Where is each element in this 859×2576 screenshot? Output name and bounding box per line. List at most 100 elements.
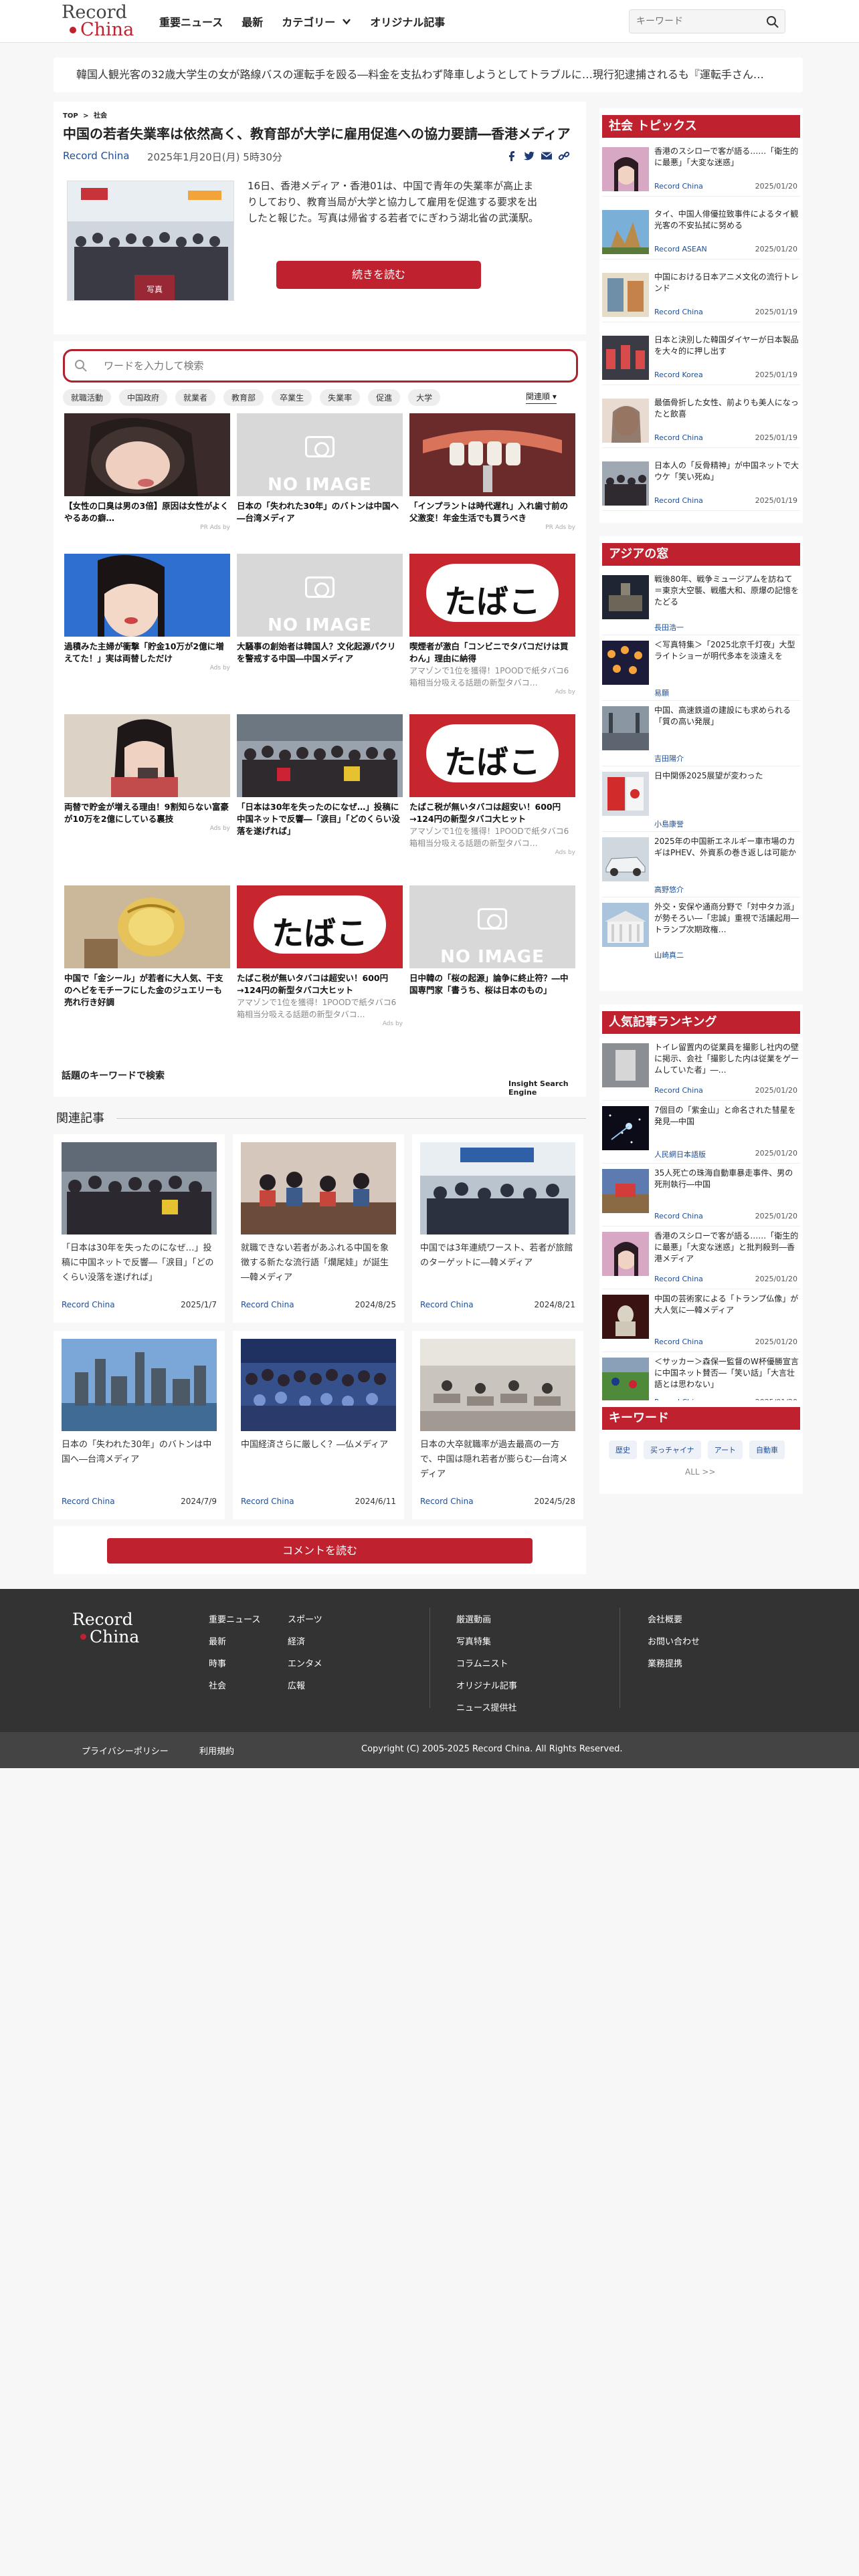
footer-link[interactable]: コラムニスト xyxy=(456,1653,517,1675)
read-comments-button[interactable]: コメントを読む xyxy=(107,1538,533,1564)
sidebar-topic-item[interactable]: 日本人の「反骨精神」が中国ネットで大ウケ「笑い死ぬ」 Record China … xyxy=(602,457,800,511)
footer-link[interactable]: 最新 xyxy=(209,1631,260,1653)
footer-link[interactable]: 社会 xyxy=(209,1675,260,1697)
grid-card[interactable]: NO IMAGE 大騒事の創始者は韓国人？文化起源パクリを警戒する中国―中国メデ… xyxy=(237,554,403,665)
tag-item[interactable]: 就業者 xyxy=(175,389,216,406)
ranking-item[interactable]: 中国の芸術家による「トランプ仏像」が大人気に―韓メディア Record Chin… xyxy=(602,1291,800,1352)
grid-card[interactable]: 中国で「金シール」が若者に大人気、干支のヘビをモチーフにした金のジュエリーも売れ… xyxy=(64,885,230,1008)
asia-author[interactable]: 吉田陽介 xyxy=(654,753,684,764)
footer-link[interactable]: 会社概要 xyxy=(648,1609,700,1631)
search-icon[interactable] xyxy=(766,15,779,29)
tag-item[interactable]: 卒業生 xyxy=(272,389,312,406)
asia-item[interactable]: 中国、高速鉄道の建設にも求められる「質の高い発展」 吉田陽介 xyxy=(602,702,800,766)
content-search-input[interactable] xyxy=(104,358,505,374)
link-icon[interactable] xyxy=(558,150,570,162)
nav-original[interactable]: オリジナル記事 xyxy=(370,13,445,29)
related-card[interactable]: 日本の「失われた30年」のバトンは中国へ―台湾メディア Record China… xyxy=(54,1331,225,1519)
related-source[interactable]: Record China xyxy=(241,1300,294,1309)
article-main-image[interactable]: 写真 xyxy=(67,181,234,301)
related-card[interactable]: 日本の大卒就職率が過去最高の一方で、中国は隠れ若者が膨らむ―台湾メディア Rec… xyxy=(412,1331,583,1519)
related-source[interactable]: Record China xyxy=(62,1300,115,1309)
grid-card[interactable]: 両替で貯金が増える理由！9割知らない富豪が10万を2億にしている裏技 Ads b… xyxy=(64,714,230,832)
footer-link[interactable]: エンタメ xyxy=(288,1653,322,1675)
ranking-item[interactable]: トイレ留置内の従業員を撮影し社内の壁に掲示、会社「撮影した内は従業をゲームしてい… xyxy=(602,1039,800,1101)
footer-link[interactable]: お問い合わせ xyxy=(648,1631,700,1653)
privacy-policy-link[interactable]: プライバシーポリシー xyxy=(82,1744,169,1757)
footer-link[interactable]: 重要ニュース xyxy=(209,1609,260,1631)
grid-card[interactable]: たばこ たばこ税が無いタバコは超安い！600円→124円の新型タバコ大ヒット ア… xyxy=(237,885,403,1027)
asia-item[interactable]: 戦後80年、戦争ミュージアムを訪ねて＝東京大空襲、戦艦大和、原爆の記憶をたどる … xyxy=(602,571,800,635)
breadcrumb-category[interactable]: 社会 xyxy=(94,112,107,120)
terms-link[interactable]: 利用規約 xyxy=(199,1744,234,1757)
keyword-tag[interactable]: 买っチャイナ xyxy=(644,1440,701,1459)
footer-link[interactable]: 業務提携 xyxy=(648,1653,700,1675)
tag-item[interactable]: 失業率 xyxy=(320,389,361,406)
footer-link[interactable]: 写真特集 xyxy=(456,1631,517,1653)
site-logo[interactable]: Record China xyxy=(62,3,136,40)
footer-link[interactable]: 厳選動画 xyxy=(456,1609,517,1631)
grid-card[interactable]: 【女性の口臭は男の3倍】原因は女性がよくやるあの癖… PR Ads by xyxy=(64,413,230,531)
grid-card[interactable]: 「日本は30年を失ったのになぜ…」投稿に中国ネットで反響―「涙目」「どのくらい没… xyxy=(237,714,403,837)
related-source[interactable]: Record China xyxy=(420,1300,474,1309)
tag-item[interactable]: 促進 xyxy=(368,389,401,406)
sidebar-topic-item[interactable]: 中国における日本アニメ文化の流行トレンド Record China 2025/0… xyxy=(602,269,800,322)
related-source[interactable]: Record China xyxy=(241,1497,294,1506)
tag-item[interactable]: 就職活動 xyxy=(63,389,112,406)
grid-card[interactable]: たばこ たばこ税が無いタバコは超安い！600円→124円の新型タバコ大ヒット ア… xyxy=(409,714,575,856)
tag-item[interactable]: 教育部 xyxy=(223,389,264,406)
related-source[interactable]: Record China xyxy=(62,1497,115,1506)
footer-logo[interactable]: Record China xyxy=(72,1610,139,1648)
tag-item[interactable]: 大学 xyxy=(408,389,441,406)
article-date: 2025年1月20日(月) 5時30分 xyxy=(147,151,282,163)
sidebar-topic-item[interactable]: 香港のスシローで客が語る……「衛生的に最悪」「大変な迷惑」 Record Chi… xyxy=(602,143,800,197)
nav-important-news[interactable]: 重要ニュース xyxy=(159,13,223,29)
tag-item[interactable]: 中国政府 xyxy=(119,389,168,406)
keyword-tag[interactable]: 自動車 xyxy=(749,1440,785,1459)
asia-item[interactable]: 外交・安保や通商分野で「対中タカ派」が勢そろい―「忠誠」重視で活議起用―トランプ… xyxy=(602,899,800,963)
header-search-input[interactable] xyxy=(636,10,757,33)
related-card[interactable]: 就職できない若者があふれる中国を象徴する新たな流行語「爛尾娃」が誕生―韓メディア… xyxy=(233,1134,404,1323)
footer-link[interactable]: 時事 xyxy=(209,1653,260,1675)
nav-latest[interactable]: 最新 xyxy=(242,13,263,29)
grid-card[interactable]: たばこ 喫煙者が激白「コンビニでタバコだけは買わん」理由に納得 アマゾンで1位を… xyxy=(409,554,575,695)
asia-author[interactable]: 小島康誉 xyxy=(654,819,684,829)
keyword-tag[interactable]: 歴史 xyxy=(609,1440,637,1459)
asia-author[interactable]: 山崎真二 xyxy=(654,950,684,960)
sort-dropdown[interactable]: 関連順 ▾ xyxy=(526,391,557,404)
read-more-button[interactable]: 続きを読む xyxy=(276,261,481,289)
related-source[interactable]: Record China xyxy=(420,1497,474,1506)
grid-card[interactable]: NO IMAGE 日中韓の「桜の起源」論争に終止符？―中国専門家「書うち、桜は日… xyxy=(409,885,575,996)
ranking-item[interactable]: 35人死亡の珠海自動車暴走事件、男の死刑執行―中国 Record China 2… xyxy=(602,1165,800,1226)
keyword-tag[interactable]: アート xyxy=(707,1440,743,1459)
footer-link[interactable]: 広報 xyxy=(288,1675,322,1697)
ranking-item[interactable]: 7個目の「紫金山」と命名された彗星を発見―中国 人民網日本語版 2025/01/… xyxy=(602,1102,800,1164)
nav-category[interactable]: カテゴリー xyxy=(282,13,351,29)
related-card[interactable]: 「日本は30年を失ったのになぜ…」投稿に中国ネットで反響―「涙目」「どのくらい没… xyxy=(54,1134,225,1323)
asia-author[interactable]: 高野悠介 xyxy=(654,884,684,895)
asia-author[interactable]: 易願 xyxy=(654,687,669,698)
breadcrumb-top[interactable]: TOP xyxy=(63,112,78,120)
grid-card[interactable]: NO IMAGE 日本の「失われた30年」のバトンは中国へ―台湾メディア xyxy=(237,413,403,524)
sidebar-topic-item[interactable]: 日本と決別した韓国ダイヤーが日本製品を大々的に押し出す Record Korea… xyxy=(602,332,800,385)
facebook-icon[interactable] xyxy=(506,150,518,162)
footer-link[interactable]: ニュース提供社 xyxy=(456,1697,517,1719)
related-card[interactable]: 中国では3年連続ワースト、若者が旅館のターゲットに―韓メディア Record C… xyxy=(412,1134,583,1323)
related-card[interactable]: 中国経済さらに厳しく？―仏メディア Record China 2024/6/11 xyxy=(233,1331,404,1519)
asia-item[interactable]: ＜写真特集＞「2025北京千灯夜」大型ライトショーが明代多本を淡遠えを 易願 xyxy=(602,637,800,701)
asia-item[interactable]: 2025年の中国新エネルギー車市場のカギはPHEV、外資系の巻き返しは可能か 高… xyxy=(602,833,800,897)
asia-author[interactable]: 長田浩一 xyxy=(654,622,684,633)
grid-card[interactable]: 過積みた主婦が衝撃「貯金10万が2億に増えてた！」実は両替しただけ Ads by xyxy=(64,554,230,671)
news-ticker[interactable]: 韓国人観光客の32歳大学生の女が路線バスの運転手を殴る―料金を支払わず降車しよう… xyxy=(54,58,803,92)
keyword-all-link[interactable]: ALL >> xyxy=(685,1467,716,1477)
twitter-icon[interactable] xyxy=(523,150,535,162)
asia-item[interactable]: 日中関係2025展望が変わった 小島康誉 xyxy=(602,768,800,832)
sidebar-topic-item[interactable]: 最価骨折した女性、前よりも美人になったと飲喜 Record China 2025… xyxy=(602,395,800,448)
footer-link[interactable]: スポーツ xyxy=(288,1609,322,1631)
grid-card[interactable]: 「インプラントは時代遅れ」入れ歯寸前の父激変！年金生活でも買うべき PR Ads… xyxy=(409,413,575,531)
article-source[interactable]: Record China xyxy=(63,150,129,162)
footer-link[interactable]: オリジナル記事 xyxy=(456,1675,517,1697)
ranking-item[interactable]: 香港のスシローで客が語る……「衛生的に最悪」「大変な迷惑」と批判殺到―香港メディ… xyxy=(602,1228,800,1289)
footer-link[interactable]: 経済 xyxy=(288,1631,322,1653)
sidebar-topic-item[interactable]: タイ、中国人俳優拉致事件によるタイ観光客の不安払拭に努める Record ASE… xyxy=(602,206,800,259)
mail-icon[interactable] xyxy=(541,150,553,162)
